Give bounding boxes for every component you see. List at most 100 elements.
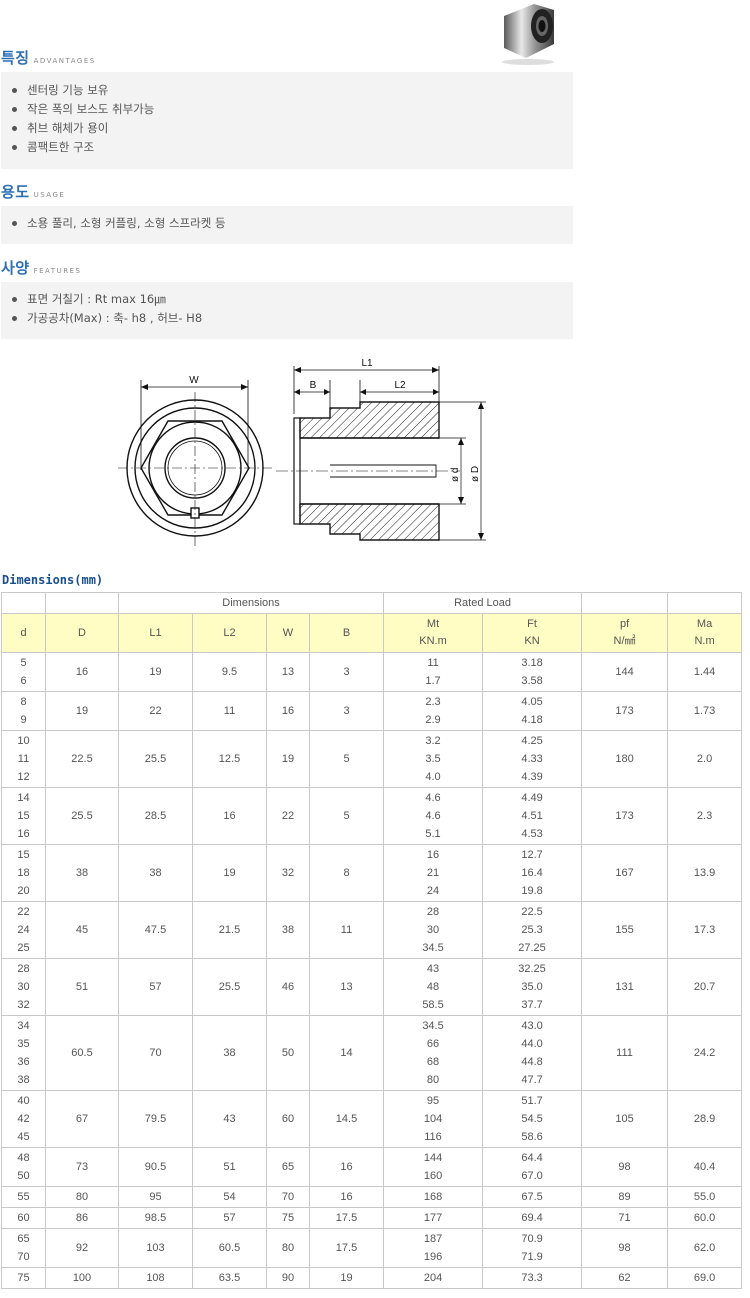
cell-d: 22 24 25 — [1, 901, 46, 959]
dimensions-table: Dimensions Rated Load d D L1 L2 W B Mt KN… — [1, 592, 743, 1289]
cell-d: 73 — [45, 1147, 119, 1187]
cell-value: 66 — [426, 1038, 440, 1050]
cell-value: 32.25 — [518, 963, 546, 975]
cell-value: 40 — [17, 1095, 30, 1107]
cell-ma: 1.44 — [667, 652, 743, 692]
cell-value: 16 — [17, 828, 30, 840]
l1-label: L1 — [361, 358, 373, 369]
cell-ma: 13.9 — [667, 844, 743, 902]
cell-value: 28 — [426, 906, 440, 918]
cell-value: 2.9 — [425, 714, 441, 726]
advantages-title: 특징 — [1, 49, 30, 67]
cell-value: 58.5 — [422, 999, 444, 1011]
cell-value: 22 — [17, 906, 30, 918]
table-row: 48 50 73 90.5 51 65 16 144 160 64.4 67.0 98 40.4 — [1, 1147, 743, 1187]
col-header-D: D — [45, 613, 119, 653]
cell-w: 38 — [266, 901, 310, 959]
cell-b: 19 — [308, 1267, 385, 1289]
advantages-list: 센터링 기능 보유 작은 폭의 보스도 취부가능 취브 해체가 용이 콤팩트한 … — [1, 81, 573, 157]
cell-d: 34 35 36 38 — [1, 1015, 46, 1091]
cell-value: 18 — [17, 867, 30, 879]
list-item: 취브 해체가 용이 — [1, 119, 573, 138]
column-header-row: d D L1 L2 W B Mt KN.m Ft KN pf N/㎟ Ma N.m — [1, 613, 743, 653]
cell-l2: 9.5 — [192, 652, 267, 692]
cell-value: 38 — [17, 1074, 30, 1086]
cell-pf: 131 — [581, 958, 669, 1016]
cell-b: 3 — [308, 691, 385, 731]
table-row: 65 70 92 103 60.5 80 17.5 187 196 70.9 71.9 98 62.0 — [1, 1228, 743, 1268]
cell-value: 47.7 — [521, 1074, 543, 1086]
cell-d: 16 — [45, 652, 119, 692]
cell-b: 17.5 — [308, 1228, 385, 1268]
cell-value: 2.3 — [425, 696, 441, 708]
cell-value: 69.4 — [521, 1212, 543, 1224]
cell-ft: 3.18 3.58 — [482, 652, 583, 692]
cell-value: 4.6 — [425, 810, 441, 822]
cell-b: 8 — [308, 844, 385, 902]
cell-l2: 19 — [192, 844, 267, 902]
rated-load-group-header: Rated Load — [383, 592, 583, 614]
usage-list: 소용 풀리, 소형 커플링, 소형 스프라켓 등 — [1, 214, 573, 233]
usage-box: 소용 풀리, 소형 커플링, 소형 스프라켓 등 — [1, 206, 573, 244]
cell-b: 16 — [308, 1186, 385, 1208]
cell-value: 4.6 — [425, 792, 441, 804]
cell-l2: 43 — [192, 1090, 267, 1148]
group-header-row: Dimensions Rated Load — [1, 592, 743, 614]
cell-ft: 73.3 — [482, 1267, 583, 1289]
cell-w: 19 — [266, 730, 310, 788]
cell-b: 17.5 — [308, 1207, 385, 1229]
cell-value: 4.51 — [521, 810, 543, 822]
advantages-box: 센터링 기능 보유 작은 폭의 보스도 취부가능 취브 해체가 용이 콤팩트한 … — [1, 72, 573, 169]
cell-l1: 90.5 — [118, 1147, 193, 1187]
features-heading: 사양 FEATURES — [1, 257, 81, 279]
cell-value: 144 — [423, 1152, 443, 1164]
bullet-icon — [12, 221, 17, 226]
cell-value: 67.5 — [521, 1191, 543, 1203]
cell-ft: 43.0 44.0 44.8 47.7 — [482, 1015, 583, 1091]
cell-l2: 21.5 — [192, 901, 267, 959]
cell-value: 204 — [423, 1272, 443, 1284]
usage-subtitle: USAGE — [33, 191, 66, 199]
cell-mt: 43 48 58.5 — [383, 958, 484, 1016]
usage-heading: 용도 USAGE — [1, 181, 65, 203]
cell-value: 104 — [423, 1113, 443, 1125]
cell-value: 42 — [17, 1113, 30, 1125]
w-label: W — [189, 375, 199, 386]
table-row: 10 11 12 22.5 25.5 12.5 19 5 3.2 3.5 4.0 4.25 4.33 4.… — [1, 730, 743, 788]
cell-l1: 98.5 — [118, 1207, 193, 1229]
cell-mt: 177 — [383, 1207, 484, 1229]
cell-value: 16.4 — [521, 867, 543, 879]
d-small-label: ø d — [450, 468, 461, 482]
cell-d: 40 42 45 — [1, 1090, 46, 1148]
cell-pf: 111 — [581, 1015, 669, 1091]
cell-value: 19.8 — [521, 885, 543, 897]
advantages-heading: 특징 ADVANTAGES — [1, 47, 96, 69]
cell-value: 20 — [17, 885, 30, 897]
cell-value: 3.2 — [425, 735, 441, 747]
list-item: 가공공차(Max) : 축- h8 , 허브- H8 — [1, 309, 573, 328]
cell-value: 25.3 — [521, 924, 543, 936]
cell-value: 43 — [426, 963, 440, 975]
cell-value: 67.0 — [521, 1170, 543, 1182]
cell-value: 80 — [426, 1074, 440, 1086]
cell-value: 44.0 — [521, 1038, 543, 1050]
cell-d: 100 — [45, 1267, 119, 1289]
cell-value: 5 — [20, 657, 27, 669]
cell-value: 30 — [17, 981, 30, 993]
cell-w: 65 — [266, 1147, 310, 1187]
list-item: 소용 풀리, 소형 커플링, 소형 스프라켓 등 — [1, 214, 573, 233]
list-item: 콤팩트한 구조 — [1, 138, 573, 157]
cell-pf: 98 — [581, 1228, 669, 1268]
cell-ma: 2.3 — [667, 787, 743, 845]
cell-w: 60 — [266, 1090, 310, 1148]
cell-value: 4.33 — [521, 753, 543, 765]
cell-ft: 4.05 4.18 — [482, 691, 583, 731]
cell-b: 11 — [308, 901, 385, 959]
cell-value: 35 — [17, 1038, 30, 1050]
cell-w: 90 — [266, 1267, 310, 1289]
cell-l1: 25.5 — [118, 730, 193, 788]
cell-l1: 19 — [118, 652, 193, 692]
col-header-d: d — [1, 613, 46, 653]
cell-w: 46 — [266, 958, 310, 1016]
cell-l2: 12.5 — [192, 730, 267, 788]
